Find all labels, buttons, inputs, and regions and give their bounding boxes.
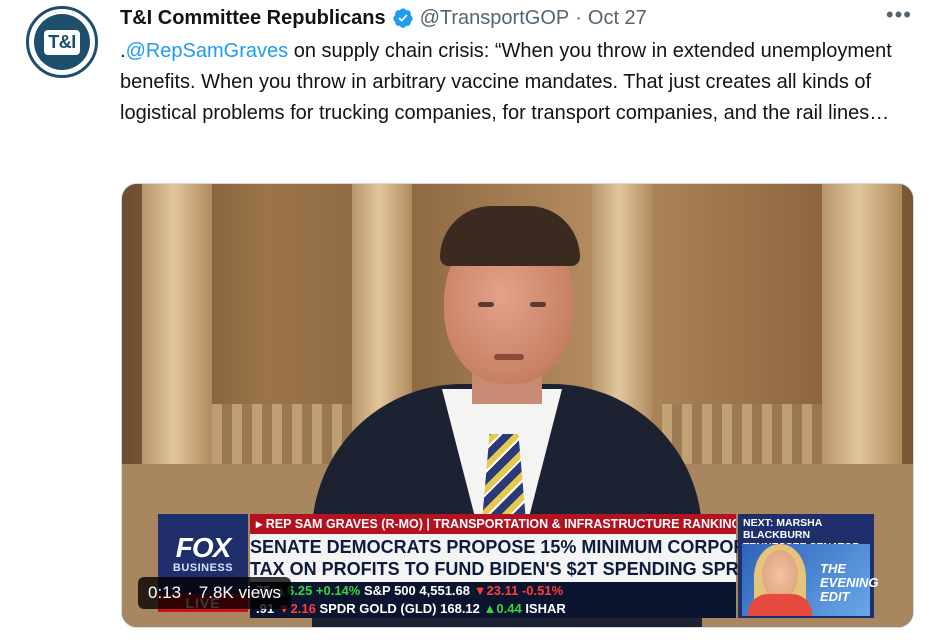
ticker-row: 75 ▲6.25 +0.14% S&P 500 4,551.68 ▼23.11 … <box>250 582 736 600</box>
more-options-icon[interactable]: ••• <box>886 2 912 28</box>
tweet-date[interactable]: Oct 27 <box>588 7 647 30</box>
avatar-logo: T&I <box>34 14 90 70</box>
verified-badge-icon <box>392 8 413 28</box>
video-views-badge: 0:13 · 7.8K views <box>138 577 291 609</box>
video-views: 7.8K views <box>198 583 281 602</box>
up-next-box: NEXT: MARSHA BLACKBURN TENNESSEE SENATOR… <box>738 514 879 618</box>
video-player[interactable]: FOX BUSINESS LIVE ▸ REP SAM GRAVES (R-MO… <box>121 183 914 628</box>
tweet-header: T&I Committee Republicans @TransportGOP … <box>120 4 647 32</box>
person-hair <box>440 206 580 266</box>
tv-lower-third: FOX BUSINESS LIVE ▸ REP SAM GRAVES (R-MO… <box>158 510 879 627</box>
ticker-symbol: S&P 500 <box>363 583 416 598</box>
stock-ticker: 75 ▲6.25 +0.14% S&P 500 4,551.68 ▼23.11 … <box>250 582 736 618</box>
ticker-value: 168.12 <box>440 601 480 616</box>
person-mouth <box>494 354 524 360</box>
balustrade <box>212 404 352 464</box>
person-eye <box>478 302 494 307</box>
network-sub-text: BUSINESS <box>172 562 234 574</box>
headline-line: TAX ON PROFITS TO FUND BIDEN'S $2T SPEND… <box>250 559 763 579</box>
account-name[interactable]: T&I Committee Republicans <box>120 7 386 30</box>
ticker-symbol: ISHAR <box>525 601 566 616</box>
account-handle[interactable]: @TransportGOP <box>420 7 570 30</box>
avatar[interactable]: T&I <box>26 6 98 78</box>
avatar-text: T&I <box>44 29 80 55</box>
show-name: THE EVENING EDIT <box>820 561 879 604</box>
ticker-change: ▼23.11 <box>473 583 519 598</box>
up-next-thumbnail: THE EVENING EDIT <box>742 544 879 616</box>
ticker-value: 4,551.68 <box>419 583 470 598</box>
ticker-change: ▲0.44 <box>483 601 522 616</box>
name-bar: ▸ REP SAM GRAVES (R-MO) | TRANSPORTATION… <box>250 514 736 534</box>
ticker-symbol: SPDR GOLD (GLD) <box>319 601 437 616</box>
ticker-row: .91 ▼2.16 SPDR GOLD (GLD) 168.12 ▲0.44 I… <box>250 600 736 618</box>
news-headline: SENATE DEMOCRATS PROPOSE 15% MINIMUM COR… <box>250 534 782 582</box>
views-separator: · <box>187 583 193 602</box>
anchor-face <box>762 550 798 600</box>
separator-dot: · <box>575 6 582 29</box>
anchor-body <box>748 594 812 616</box>
tweet-text: .@RepSamGraves on supply chain crisis: “… <box>120 36 920 129</box>
video-time: 0:13 <box>148 583 182 602</box>
ticker-percent: +0.14% <box>315 583 361 598</box>
network-logo-text: FOX <box>175 532 232 563</box>
person-eye <box>530 302 546 307</box>
balustrade <box>662 404 822 464</box>
ticker-percent: -0.51% <box>521 583 564 598</box>
mention-link[interactable]: @RepSamGraves <box>126 40 289 62</box>
headline-line: SENATE DEMOCRATS PROPOSE 15% MINIMUM COR… <box>250 537 782 557</box>
